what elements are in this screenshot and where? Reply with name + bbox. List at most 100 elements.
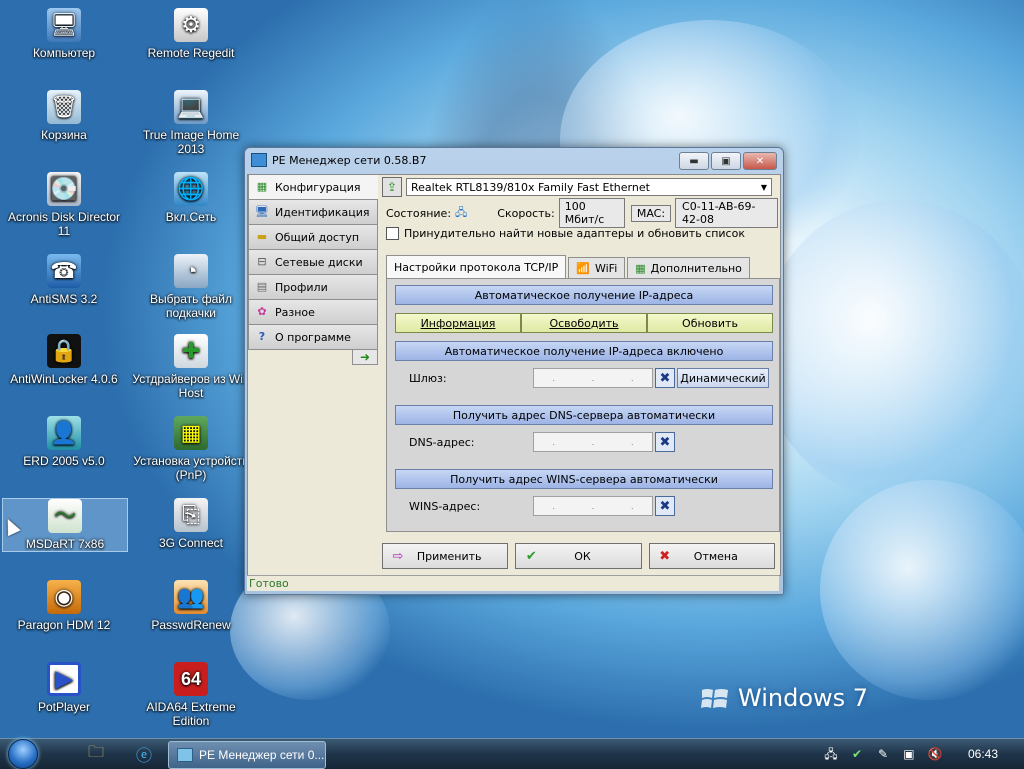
pen-icon[interactable]: ✎ [875, 746, 891, 762]
taskbar-explorer-button[interactable]: 🗀 [78, 742, 114, 766]
windows-flag-icon [701, 689, 728, 708]
auto-ip-toggle[interactable]: Автоматическое получение IP-адреса [395, 285, 773, 305]
status-row: Состояние: 🖧 Скорость: 100 Мбит/с MAC: C… [386, 198, 778, 228]
sidebar-item-configuration[interactable]: ▦ Конфигурация [248, 175, 378, 200]
network-drive-icon: ⊟ [257, 255, 267, 268]
tab-advanced[interactable]: ▦ Дополнительно [627, 257, 750, 278]
arrow-right-icon: ➜ [359, 350, 371, 364]
sidebar-item-label: Общий доступ [275, 230, 360, 244]
cancel-button[interactable]: ✖ Отмена [648, 543, 775, 569]
desktop-icon-label: AntiSMS 3.2 [30, 292, 98, 306]
true-image-icon: 💻 [174, 90, 208, 124]
cancel-label: Отмена [693, 549, 738, 563]
desktop-icon-pagefile[interactable]: ◔ Выбрать файл подкачки [131, 254, 251, 320]
antisms-icon: ☎ [47, 254, 81, 288]
sidebar-item-identification[interactable]: 🖥 Идентификация [248, 200, 378, 225]
users-icon: 👥 [174, 580, 208, 614]
clear-icon: ✖ [659, 434, 671, 450]
status-text: Готово [249, 577, 289, 590]
dns-input[interactable]: ... [533, 432, 653, 452]
dynamic-button[interactable]: Динамический [677, 368, 769, 388]
taskbar-task-network-manager[interactable]: PE Менеджер сети 0... [168, 741, 326, 769]
apply-button[interactable]: ⇨ Применить [382, 543, 509, 569]
tcpip-tab-body: Автоматическое получение IP-адреса Инфор… [386, 278, 780, 532]
force-find-checkbox[interactable] [386, 227, 399, 240]
desktop-icon-label: True Image Home 2013 [142, 128, 240, 156]
volume-muted-icon[interactable]: 🔇 [927, 746, 943, 762]
wins-auto-toggle[interactable]: Получить адрес WINS-сервера автоматическ… [395, 469, 773, 489]
refresh-arrow-icon: ⇪ [386, 180, 398, 194]
close-button[interactable]: ✕ [743, 152, 777, 170]
desktop-icon-label: Компьютер [32, 46, 96, 60]
apply-label: Применить [416, 549, 482, 563]
desktop-icon-pnp[interactable]: ▦ Установка устройств (PnP) [131, 416, 251, 482]
caption-buttons: ▬ ▣ ✕ [677, 152, 777, 170]
clear-gateway-button[interactable]: ✖ [655, 368, 675, 388]
desktop-icon-disk-director[interactable]: 💽 Acronis Disk Director 11 [4, 172, 124, 238]
refresh-adapter-button[interactable]: ⇪ [382, 177, 402, 197]
desktop-icon-paragon[interactable]: ◉ Paragon HDM 12 [4, 580, 124, 632]
dns-auto-toggle[interactable]: Получить адрес DNS-сервера автоматически [395, 405, 773, 425]
info-button[interactable]: Информация [395, 313, 521, 333]
shield-check-icon[interactable]: ✔ [849, 746, 865, 762]
sidebar-item-sharing[interactable]: ▬ Общий доступ [248, 225, 378, 250]
ok-button[interactable]: ✔ ОК [515, 543, 642, 569]
desktop-icon-antisms[interactable]: ☎ AntiSMS 3.2 [4, 254, 124, 306]
speed-label: Скорость: [497, 206, 555, 220]
desktop-icon-driver-install[interactable]: ✚ Устдрайверов из Win Host [131, 334, 251, 400]
network-tray-icon[interactable]: 🖧 [823, 746, 839, 762]
maximize-button[interactable]: ▣ [711, 152, 741, 170]
wins-input[interactable]: ... [533, 496, 653, 516]
computer-id-icon: 🖥 [255, 205, 269, 218]
desktop-icon-computer[interactable]: 🖥 Компьютер [4, 8, 124, 60]
sidebar-item-misc[interactable]: ✿ Разное [248, 300, 378, 325]
misc-icon: ✿ [257, 305, 267, 318]
clock[interactable]: 06:43 [968, 747, 998, 761]
windows-orb-icon [8, 739, 38, 769]
tab-wifi[interactable]: 📶 WiFi [568, 257, 626, 278]
release-button[interactable]: Освободить [521, 313, 647, 333]
sidebar-item-profiles[interactable]: ▤ Профили [248, 275, 378, 300]
desktop-icon-network-on[interactable]: 🌐 Вкл.Сеть [131, 172, 251, 224]
network-status-icon: 🖧 [455, 205, 468, 219]
desktop-icon-remote-regedit[interactable]: ⚙ Remote Regedit [131, 8, 251, 60]
state-label: Состояние: [386, 206, 452, 220]
tab-tcpip[interactable]: Настройки протокола TCP/IP [386, 255, 567, 278]
tab-label: WiFi [594, 261, 618, 275]
clear-icon: ✖ [659, 370, 671, 386]
sidebar-item-network-drives[interactable]: ⊟ Сетевые диски [248, 250, 378, 275]
window-titlebar[interactable]: PE Менеджер сети 0.58.B7 ▬ ▣ ✕ [245, 148, 783, 172]
dns-label: DNS-адрес: [409, 435, 475, 449]
tab-label: Дополнительно [650, 261, 742, 275]
renew-button-label: Обновить [682, 316, 738, 330]
desktop-icon-erd[interactable]: 👤 ERD 2005 v5.0 [4, 416, 124, 468]
desktop-icon-potplayer[interactable]: ▶ PotPlayer [4, 662, 124, 714]
taskbar-ie-button[interactable]: ⓔ [126, 742, 162, 766]
clear-dns-button[interactable]: ✖ [655, 432, 675, 452]
desktop-icon-label: ERD 2005 v5.0 [23, 454, 105, 468]
minimize-button[interactable]: ▬ [679, 152, 709, 170]
renew-button[interactable]: Обновить [647, 313, 773, 333]
sidebar-item-label: Разное [275, 305, 315, 319]
desktop-icon-recycle-bin[interactable]: 🗑 Корзина [4, 90, 124, 142]
desktop-icon-true-image[interactable]: 💻 True Image Home 2013 [131, 90, 251, 156]
sidebar-collapse-button[interactable]: ➜ [352, 349, 378, 365]
auto-ip-enabled-label: Автоматическое получение IP-адреса включ… [444, 344, 724, 358]
start-button[interactable] [4, 739, 42, 769]
pnp-device-icon: ▦ [174, 416, 208, 450]
desktop-icon-3g-connect[interactable]: ⎘ 3G Connect [131, 498, 251, 550]
desktop-icon-label: Вкл.Сеть [165, 210, 217, 224]
sidebar-item-about[interactable]: ? О программе [248, 325, 378, 350]
desktop-icon-passwdrenew[interactable]: 👥 PasswdRenew [131, 580, 251, 632]
desktop-icon-msdart[interactable]: 〜 MSDaRT 7x86 [2, 498, 128, 552]
force-find-option[interactable]: Принудительно найти новые адаптеры и обн… [386, 227, 745, 240]
adapter-select[interactable]: Realtek RTL8139/810x Family Fast Etherne… [406, 178, 772, 196]
gateway-input[interactable]: ... [533, 368, 653, 388]
clear-wins-button[interactable]: ✖ [655, 496, 675, 516]
dns-row: DNS-адрес: ... ✖ [395, 431, 771, 453]
monitor-tray-icon[interactable]: ▣ [901, 746, 917, 762]
desktop-icon-antiwinlocker[interactable]: 🔒 AntiWinLocker 4.0.6 [4, 334, 124, 386]
desktop-icon-aida64[interactable]: 64 AIDA64 Extreme Edition [131, 662, 251, 728]
auto-ip-enabled-bar[interactable]: Автоматическое получение IP-адреса включ… [395, 341, 773, 361]
speed-value: 100 Мбит/с [558, 198, 625, 228]
